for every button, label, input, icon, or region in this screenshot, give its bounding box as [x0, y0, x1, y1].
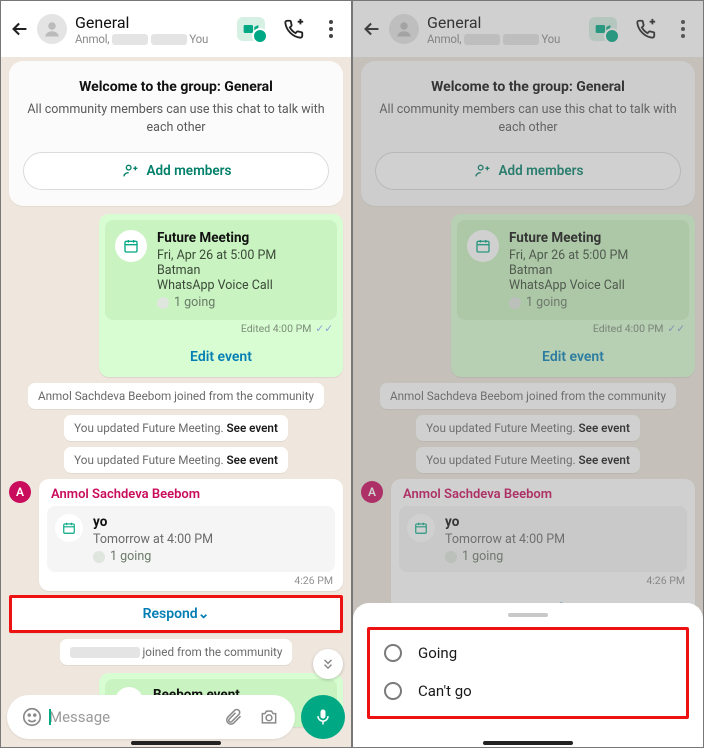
going-icon	[157, 297, 169, 309]
header-actions	[237, 17, 339, 41]
system-message[interactable]: You updated Future Meeting. See event	[64, 447, 288, 473]
back-button[interactable]	[9, 18, 31, 40]
message-input-pill[interactable]: Message	[7, 695, 295, 739]
radio-icon	[384, 644, 402, 662]
welcome-title: Welcome to the group: General	[23, 79, 329, 95]
event-going: 1 going	[93, 549, 213, 564]
respond-bottom-sheet: Going Can't go	[353, 603, 703, 747]
header: General Anmol, You	[1, 1, 351, 57]
message-time: 4:26 PM	[39, 572, 343, 591]
option-cant-go[interactable]: Can't go	[376, 672, 680, 710]
welcome-text: All community members can use this chat …	[23, 101, 329, 136]
sender-avatar[interactable]: A	[9, 481, 31, 503]
event-content: yo Tomorrow at 4:00 PM 1 going	[47, 506, 335, 572]
paperclip-icon	[223, 707, 243, 727]
add-members-button[interactable]: Add members	[23, 152, 329, 190]
emoji-icon	[21, 706, 43, 728]
event-content: Future Meeting Fri, Apr 26 at 5:00 PM Ba…	[105, 220, 337, 320]
chat-subtitle: Anmol, You	[75, 32, 237, 46]
text-cursor	[49, 709, 51, 725]
double-chevron-down-icon	[321, 657, 335, 671]
event-date: Fri, Apr 26 at 5:00 PM	[157, 248, 276, 263]
chevron-down-icon: ⌄	[198, 606, 210, 622]
video-call-button[interactable]	[237, 17, 265, 41]
chat-title: General	[75, 13, 237, 32]
event-call: WhatsApp Voice Call	[157, 278, 276, 293]
calendar-badge	[115, 230, 147, 262]
gesture-bar	[131, 741, 221, 745]
double-check-icon: ✓✓	[315, 322, 333, 335]
scroll-down-fab[interactable]	[313, 649, 343, 679]
event-location: Batman	[157, 263, 276, 278]
going-icon	[93, 551, 105, 563]
system-message[interactable]: Anmol Sachdeva Beebom joined from the co…	[28, 383, 324, 409]
radio-icon	[384, 682, 402, 700]
mic-button[interactable]	[301, 695, 345, 739]
screen-left: General Anmol, You Welcome to the group:…	[0, 0, 352, 748]
edit-event-button[interactable]: Edit event	[99, 339, 343, 377]
attach-button[interactable]	[223, 707, 243, 727]
sender-name: Anmol Sachdeva Beebom	[39, 485, 343, 506]
kebab-icon	[329, 27, 333, 31]
event-message-incoming: Anmol Sachdeva Beebom yo Tomorrow at 4:0…	[39, 479, 343, 591]
event-title: yo	[93, 514, 213, 530]
group-icon	[43, 20, 61, 38]
calendar-icon	[123, 238, 139, 254]
emoji-button[interactable]	[21, 706, 43, 728]
video-icon	[243, 23, 259, 35]
incoming-row: A Anmol Sachdeva Beebom yo Tomorrow at 4…	[9, 479, 343, 591]
event-date: Tomorrow at 4:00 PM	[93, 532, 213, 547]
mic-icon	[313, 707, 333, 727]
calendar-icon	[62, 521, 76, 535]
phone-plus-icon	[283, 18, 305, 40]
gesture-bar	[483, 741, 573, 745]
camera-button[interactable]	[259, 707, 279, 727]
event-title: Future Meeting	[157, 230, 276, 246]
option-going[interactable]: Going	[376, 634, 680, 672]
title-block[interactable]: General Anmol, You	[75, 13, 237, 46]
calendar-badge	[55, 514, 83, 542]
event-message-outgoing[interactable]: Future Meeting Fri, Apr 26 at 5:00 PM Ba…	[99, 214, 343, 377]
message-meta: Edited 4:00 PM✓✓	[99, 320, 343, 339]
sheet-grabber[interactable]	[508, 613, 548, 617]
screen-right: General Anmol, You Welcome to the group:…	[352, 0, 704, 748]
system-message[interactable]: joined from the community	[60, 639, 293, 665]
call-button[interactable]	[283, 18, 305, 40]
message-input[interactable]: Message	[49, 708, 215, 726]
redacted-text	[70, 647, 140, 658]
group-avatar[interactable]	[37, 14, 67, 44]
arrow-left-icon	[9, 18, 31, 40]
redacted-text	[112, 34, 148, 45]
menu-button[interactable]	[323, 27, 339, 31]
welcome-card: Welcome to the group: General All commun…	[9, 61, 343, 206]
camera-icon	[259, 707, 279, 727]
add-person-icon	[121, 163, 139, 179]
system-message[interactable]: You updated Future Meeting. See event	[64, 415, 288, 441]
event-going: 1 going	[157, 295, 276, 310]
respond-button[interactable]: Respond ⌄	[9, 595, 343, 633]
composer: Message	[7, 695, 345, 739]
respond-options: Going Can't go	[367, 627, 689, 719]
